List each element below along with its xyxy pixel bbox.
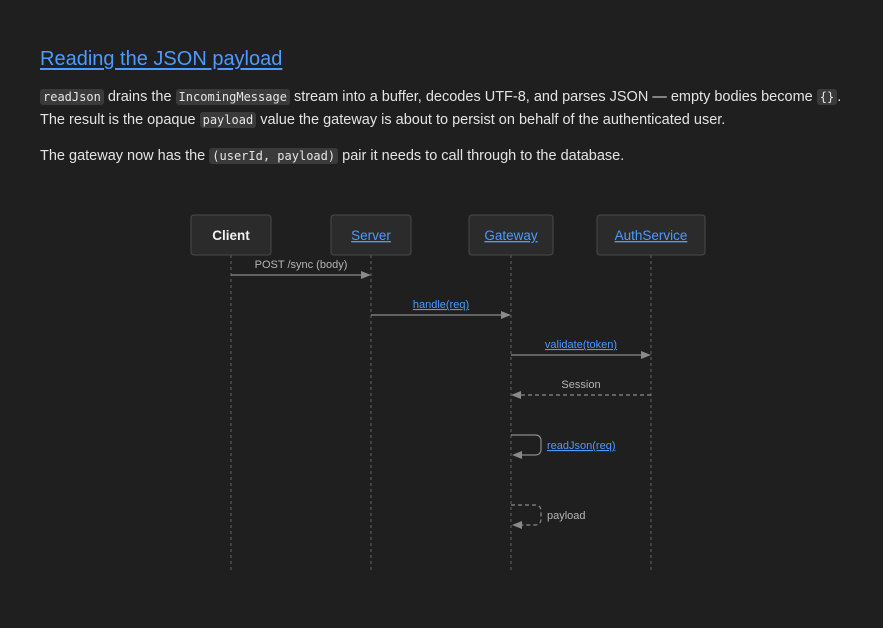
actor-label-client: Client [212, 228, 250, 243]
message-3-label[interactable]: validate(token) [545, 339, 617, 351]
message-1-arrowhead [361, 271, 371, 279]
message-5-line [511, 434, 542, 456]
actor-label-authservice[interactable]: AuthService [615, 228, 688, 243]
sequence-diagram: Client Server Gateway AuthService POST /sync… [190, 214, 706, 572]
message-6-label: payload [547, 510, 586, 522]
message-5-arrowhead [512, 451, 522, 459]
message-5-label[interactable]: readJson(req) [547, 440, 615, 452]
message-6-line [511, 504, 542, 526]
message-1-label: POST /sync (body) [255, 259, 348, 271]
actor-label-gateway[interactable]: Gateway [484, 228, 538, 243]
actor-label-server[interactable]: Server [351, 228, 391, 243]
message-2-arrowhead [501, 311, 511, 319]
message-3-arrowhead [641, 351, 651, 359]
message-2-label[interactable]: handle(req) [413, 299, 469, 311]
message-6-arrowhead [512, 521, 522, 529]
message-4-arrowhead [511, 391, 521, 399]
message-4-label: Session [561, 379, 600, 391]
